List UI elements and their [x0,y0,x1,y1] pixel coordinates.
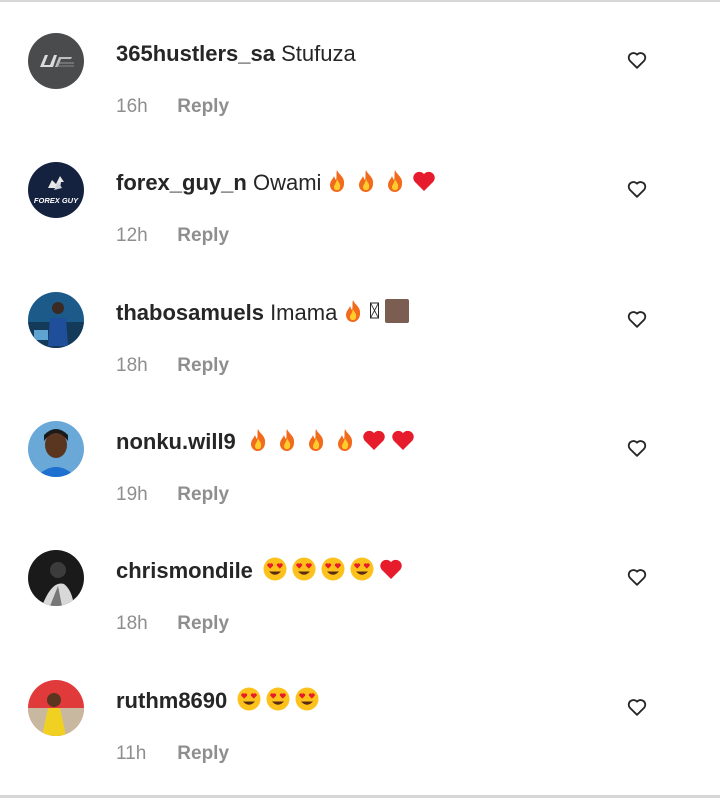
fire-emoji-icon [330,170,345,192]
heart-eyes-emoji-icon [295,687,319,711]
avatar[interactable] [28,421,84,477]
comment-meta: 19h Reply [116,483,229,507]
like-heart-icon[interactable] [626,178,648,200]
comment-username[interactable]: 365hustlers_sa [116,41,275,66]
reply-button[interactable]: Reply [177,484,229,505]
comment-text: 365hustlers_sa Stufuza [116,39,356,69]
comment-emojis [242,429,416,454]
fire-emoji-icon [359,170,374,192]
comment-item: nonku.will9 19h Reply [0,421,720,551]
top-divider [0,0,720,2]
comment-time: 11h [116,743,147,764]
avatar[interactable] [28,550,84,606]
comment-meta: 16h Reply [116,95,229,119]
like-heart-icon[interactable] [626,696,648,718]
heart-eyes-emoji-icon [350,557,374,581]
comment-body: Owami [252,170,322,195]
fire-emoji-icon [279,429,295,451]
fire-emoji-icon [388,170,403,192]
fire-emoji-icon [308,429,324,451]
comment-body: Stufuza [281,41,356,66]
fire-emoji-icon [337,429,353,451]
comment-username[interactable]: ruthm8690 [116,688,227,713]
fire-emoji-icon [250,429,266,451]
comment-time: 12h [116,225,148,246]
comment-text: thabosamuels Imama [116,298,410,328]
red-heart-emoji-icon [380,559,402,579]
comment-meta: 11h Reply [116,742,229,766]
comment-username[interactable]: thabosamuels [116,300,264,325]
red-heart-emoji-icon [363,430,385,450]
comment-item: chrismondile 18h Reply [0,550,720,680]
comment-meta: 18h Reply [116,354,229,378]
avatar[interactable] [28,680,84,736]
comment-text: forex_guy_n Owami [116,168,437,198]
comment-item: FOREX GUY forex_guy_n Owami 12h Reply [0,162,720,292]
like-heart-icon[interactable] [626,308,648,330]
comment-username[interactable]: chrismondile [116,558,253,583]
avatar[interactable] [28,33,84,89]
reply-button[interactable]: Reply [177,355,229,376]
red-heart-emoji-icon [413,171,436,191]
avatar[interactable] [28,292,84,348]
comment-time: 18h [116,613,148,634]
comment-item: ruthm8690 11h Reply [0,680,720,810]
comment-emojis [233,687,320,713]
comment-item: thabosamuels Imama 18h Reply [0,292,720,422]
comment-time: 18h [116,355,148,376]
heart-eyes-emoji-icon [266,687,290,711]
comment-item: 365hustlers_sa Stufuza 16h Reply [0,33,720,163]
bottom-divider [0,795,720,798]
heart-eyes-emoji-icon [237,687,261,711]
comment-username[interactable]: nonku.will9 [116,429,236,454]
comment-username[interactable]: forex_guy_n [116,170,247,195]
comment-meta: 12h Reply [116,224,229,248]
heart-eyes-emoji-icon [263,557,287,581]
missing-glyph-emoji-icon [370,302,380,319]
reply-button[interactable]: Reply [177,96,229,117]
comment-emojis [337,299,410,325]
comment-text: nonku.will9 [116,427,416,457]
comment-emojis [321,170,437,195]
red-heart-emoji-icon [392,430,414,450]
comment-time: 19h [116,484,148,505]
like-heart-icon[interactable] [626,437,648,459]
reply-button[interactable]: Reply [177,743,229,764]
reply-button[interactable]: Reply [177,225,229,246]
comment-emojis [259,557,404,583]
heart-eyes-emoji-icon [321,557,345,581]
comment-meta: 18h Reply [116,612,229,636]
like-heart-icon[interactable] [626,49,648,71]
forex-guy-logo-text: FOREX GUY [34,196,79,205]
avatar[interactable]: FOREX GUY [28,162,84,218]
comment-body: Imama [270,300,338,325]
heart-eyes-emoji-icon [292,557,316,581]
comment-text: ruthm8690 [116,686,320,716]
fire-emoji-icon [346,300,361,322]
reply-button[interactable]: Reply [177,613,229,634]
comment-time: 16h [116,96,148,117]
like-heart-icon[interactable] [626,566,648,588]
comment-text: chrismondile [116,556,404,586]
brown-square-emoji-icon [385,299,410,323]
